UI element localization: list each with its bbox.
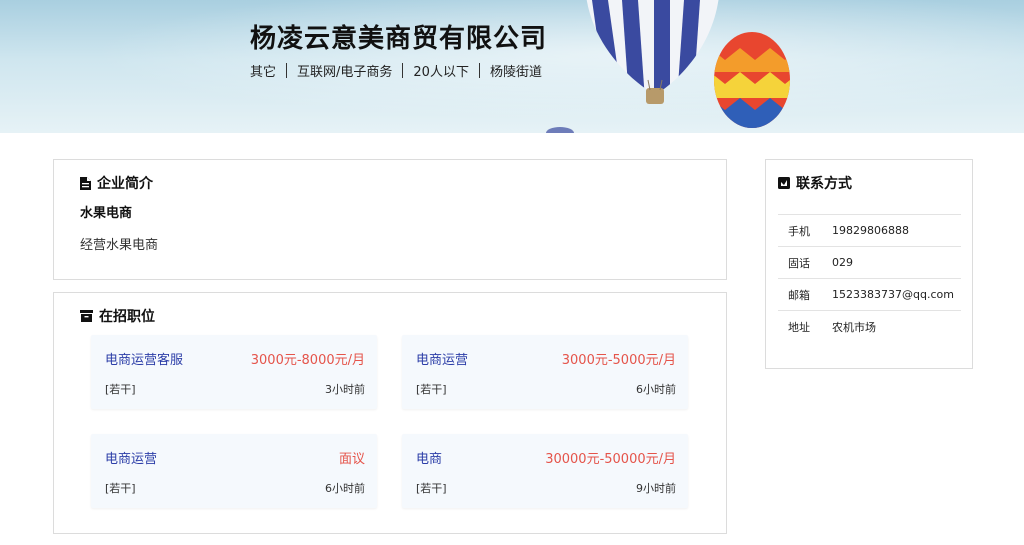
contact-value: 农机市场: [832, 320, 876, 334]
job-card[interactable]: 电商运营客服 3000元-8000元/月 [若干] 3小时前: [91, 335, 377, 409]
company-intro-panel: 企业简介 水果电商 经营水果电商: [53, 159, 727, 280]
job-card[interactable]: 电商运营 面议 [若干] 6小时前: [91, 434, 377, 508]
job-title[interactable]: 电商运营: [416, 349, 468, 368]
job-card[interactable]: 电商运营 3000元-5000元/月 [若干] 6小时前: [402, 335, 688, 409]
contact-label: 固话: [788, 256, 810, 270]
company-industry: 互联网/电子商务: [297, 65, 393, 80]
intro-title-text: 企业简介: [97, 176, 153, 192]
job-posted-time: 9小时前: [636, 482, 676, 495]
contact-label: 地址: [788, 320, 810, 334]
job-title[interactable]: 电商: [416, 448, 442, 467]
contact-row-mobile: 手机 19829806888: [778, 214, 961, 246]
meta-divider: [402, 63, 404, 78]
contact-table: 手机 19829806888 固话 029 邮箱 1523383737@qq.c…: [778, 214, 961, 342]
jobs-title: 在招职位: [80, 306, 155, 326]
company-meta: 其它 互联网/电子商务 20人以下 杨陵街道: [250, 61, 542, 80]
jobs-title-text: 在招职位: [99, 309, 155, 325]
intro-description: 经营水果电商: [80, 238, 159, 253]
company-banner: 杨凌云意美商贸有限公司 其它 互联网/电子商务 20人以下 杨陵街道: [0, 0, 1024, 133]
company-size: 20人以下: [413, 65, 469, 80]
job-posted-time: 6小时前: [325, 482, 365, 495]
contact-value[interactable]: 1523383737@qq.com: [818, 288, 961, 301]
job-title[interactable]: 电商运营: [105, 448, 157, 467]
job-headcount: [若干]: [105, 383, 136, 396]
contact-panel: 联系方式 手机 19829806888 固话 029 邮箱 1523383737…: [765, 159, 973, 369]
job-title[interactable]: 电商运营客服: [105, 349, 183, 368]
job-headcount: [若干]: [416, 482, 447, 495]
open-positions-panel: 在招职位 电商运营客服 3000元-8000元/月 [若干] 3小时前 电商运营…: [53, 292, 727, 534]
contact-value[interactable]: 19829806888: [818, 224, 961, 237]
meta-divider: [286, 63, 288, 78]
company-type: 其它: [250, 65, 277, 80]
meta-divider: [478, 63, 480, 78]
contact-title: 联系方式: [778, 173, 852, 193]
contact-value[interactable]: 029: [818, 256, 961, 269]
archive-icon: [80, 310, 93, 322]
job-card[interactable]: 电商 30000元-50000元/月 [若干] 9小时前: [402, 434, 688, 508]
contact-label: 手机: [788, 224, 810, 238]
intro-subtitle: 水果电商: [80, 206, 133, 221]
contact-card-icon: [778, 177, 790, 189]
intro-title: 企业简介: [80, 173, 153, 193]
job-headcount: [若干]: [416, 383, 447, 396]
contact-row-address: 地址 农机市场: [778, 310, 961, 342]
job-salary: 30000元-50000元/月: [545, 452, 676, 467]
job-posted-time: 6小时前: [636, 383, 676, 396]
company-name: 杨凌云意美商贸有限公司: [250, 24, 548, 54]
document-icon: [80, 176, 91, 190]
company-location: 杨陵街道: [489, 65, 542, 80]
contact-label: 邮箱: [788, 288, 810, 302]
contact-row-email: 邮箱 1523383737@qq.com: [778, 278, 961, 310]
contact-title-text: 联系方式: [796, 176, 852, 192]
job-posted-time: 3小时前: [325, 383, 365, 396]
contact-row-landline: 固话 029: [778, 246, 961, 278]
job-salary: 3000元-5000元/月: [561, 353, 676, 368]
job-salary: 3000元-8000元/月: [250, 353, 365, 368]
job-salary: 面议: [338, 452, 365, 467]
job-headcount: [若干]: [105, 482, 136, 495]
